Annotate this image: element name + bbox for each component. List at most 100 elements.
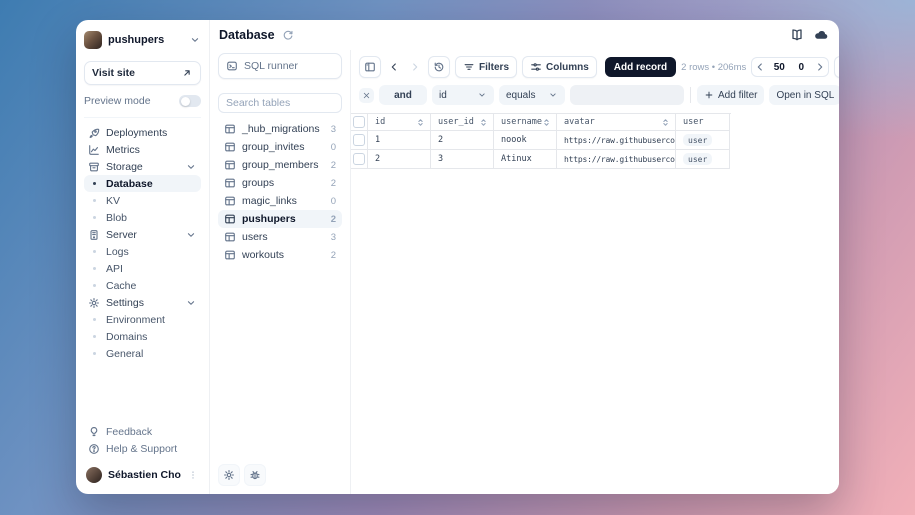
table-list-item[interactable]: group_members 2 [218, 156, 342, 174]
page-prev-button[interactable] [752, 57, 768, 77]
terminal-icon [226, 60, 238, 72]
table-list-item[interactable]: magic_links 0 [218, 192, 342, 210]
next-table-button[interactable] [407, 57, 423, 77]
remove-filter-button[interactable] [359, 88, 374, 103]
refresh-icon[interactable] [282, 29, 294, 41]
table-count: 2 [331, 250, 336, 261]
table-list-item[interactable]: users 3 [218, 228, 342, 246]
prev-table-button[interactable] [386, 57, 402, 77]
column-header-username[interactable]: username [494, 114, 557, 131]
chevron-down-icon [185, 297, 197, 309]
columns-button[interactable]: Columns [522, 56, 597, 78]
sidebar-item-metrics[interactable]: Storage Metrics [84, 141, 201, 158]
filter-icon [463, 61, 475, 73]
table-list-item[interactable]: _hub_migrations 3 [218, 120, 342, 138]
page-next-button[interactable] [812, 57, 828, 77]
sidebar-item-database[interactable]: Database [84, 175, 201, 192]
filter-operator-select[interactable]: equals [499, 85, 565, 105]
workspace-switcher[interactable]: pushupers [84, 28, 201, 52]
table-list-item[interactable]: workouts 2 [218, 246, 342, 264]
page-offset-input[interactable] [790, 62, 812, 73]
sidebar-item-storage[interactable]: Storage [84, 158, 201, 175]
user-menu[interactable]: Sébastien Chopin [84, 464, 201, 486]
search-tables-input[interactable] [218, 93, 342, 113]
open-in-sql-button[interactable]: Open in SQL [769, 85, 839, 105]
bullet-icon [93, 284, 96, 287]
table-cell-user-id[interactable]: 2 [431, 131, 494, 150]
bullet-icon [93, 267, 96, 270]
sliders-icon [530, 61, 542, 73]
chevron-down-icon [477, 90, 487, 100]
sidebar-item-label: Server [106, 229, 137, 241]
sql-runner-button[interactable]: SQL runner [218, 53, 342, 79]
table-list-item-selected[interactable]: pushupers 2 [218, 210, 342, 228]
sidebar-item-environment[interactable]: Environment [84, 311, 201, 328]
filter-column-select[interactable]: id [432, 85, 494, 105]
preview-mode-toggle[interactable] [179, 95, 201, 107]
sidebar-item-logs[interactable]: Logs [84, 243, 201, 260]
column-header-avatar[interactable]: avatar [557, 114, 676, 131]
table-icon [224, 231, 236, 243]
table-cell-username[interactable]: Atinux [494, 150, 557, 169]
bullet-icon [93, 318, 96, 321]
column-header-id[interactable]: id [368, 114, 431, 131]
book-open-icon[interactable] [790, 28, 804, 42]
table-cell-avatar[interactable]: https://raw.githubusercon… [557, 131, 676, 150]
sidebar-item-settings[interactable]: Settings [84, 294, 201, 311]
content-area: Filters Columns Add record 2 rows • 206m… [351, 50, 839, 494]
cloud-icon[interactable] [813, 28, 829, 42]
table-cell-user[interactable]: user [676, 150, 730, 169]
bullet-icon [93, 199, 96, 202]
filters-button[interactable]: Filters [455, 56, 517, 78]
column-header-user-id[interactable]: user_id [431, 114, 494, 131]
refresh-table-button[interactable] [834, 56, 839, 78]
toggle-sidebar-button[interactable] [359, 56, 381, 78]
feedback-label: Feedback [106, 426, 152, 438]
sidebar-item-kv[interactable]: KV [84, 192, 201, 209]
table-cell-avatar[interactable]: https://raw.githubusercon… [557, 150, 676, 169]
debug-button[interactable] [244, 464, 266, 486]
sidebar-toggle-icon [364, 61, 376, 73]
table-count: 2 [331, 160, 336, 171]
help-support-label: Help & Support [106, 443, 177, 455]
feedback-link[interactable]: Feedback [84, 423, 201, 440]
column-header-user[interactable]: user [676, 114, 730, 131]
help-support-link[interactable]: Help & Support [84, 440, 201, 457]
row-select-cell [351, 131, 368, 150]
sidebar-item-domains[interactable]: Domains [84, 328, 201, 345]
sidebar-item-general[interactable]: General [84, 345, 201, 362]
table-name: workouts [242, 249, 284, 261]
row-checkbox[interactable] [353, 134, 365, 146]
table-cell-username[interactable]: noook [494, 131, 557, 150]
table-icon [224, 213, 236, 225]
visit-site-label: Visit site [92, 67, 135, 79]
sidebar-item-blob[interactable]: Blob [84, 209, 201, 226]
sidebar-item-cache[interactable]: Cache [84, 277, 201, 294]
row-checkbox[interactable] [353, 153, 365, 165]
table-cell-id[interactable]: 2 [368, 150, 431, 169]
table-cell-id[interactable]: 1 [368, 131, 431, 150]
filter-bar: and id equals [351, 83, 839, 113]
filter-value-input[interactable] [570, 85, 684, 105]
table-list-item[interactable]: groups 2 [218, 174, 342, 192]
history-button[interactable] [428, 56, 450, 78]
table-name: groups [242, 177, 274, 189]
add-filter-button[interactable]: Add filter [697, 85, 764, 105]
sidebar-item-api[interactable]: API [84, 260, 201, 277]
page-size-input[interactable] [768, 62, 790, 73]
visit-site-button[interactable]: Visit site [84, 61, 201, 85]
table-cell-user-id[interactable]: 3 [431, 150, 494, 169]
add-record-button[interactable]: Add record [605, 57, 676, 77]
sidebar-item-deployments[interactable]: Deployments [84, 124, 201, 141]
panel-settings-button[interactable] [218, 464, 240, 486]
filter-conjunction-select[interactable]: and [379, 85, 427, 105]
table-name: users [242, 231, 268, 243]
sort-icon [416, 118, 425, 127]
gear-icon [88, 297, 100, 309]
sidebar-item-server[interactable]: Server [84, 226, 201, 243]
table-list-item[interactable]: group_invites 0 [218, 138, 342, 156]
user-avatar [86, 467, 102, 483]
table-cell-user[interactable]: user [676, 131, 730, 150]
select-all-checkbox[interactable] [353, 116, 365, 128]
chevron-left-icon [388, 61, 400, 73]
